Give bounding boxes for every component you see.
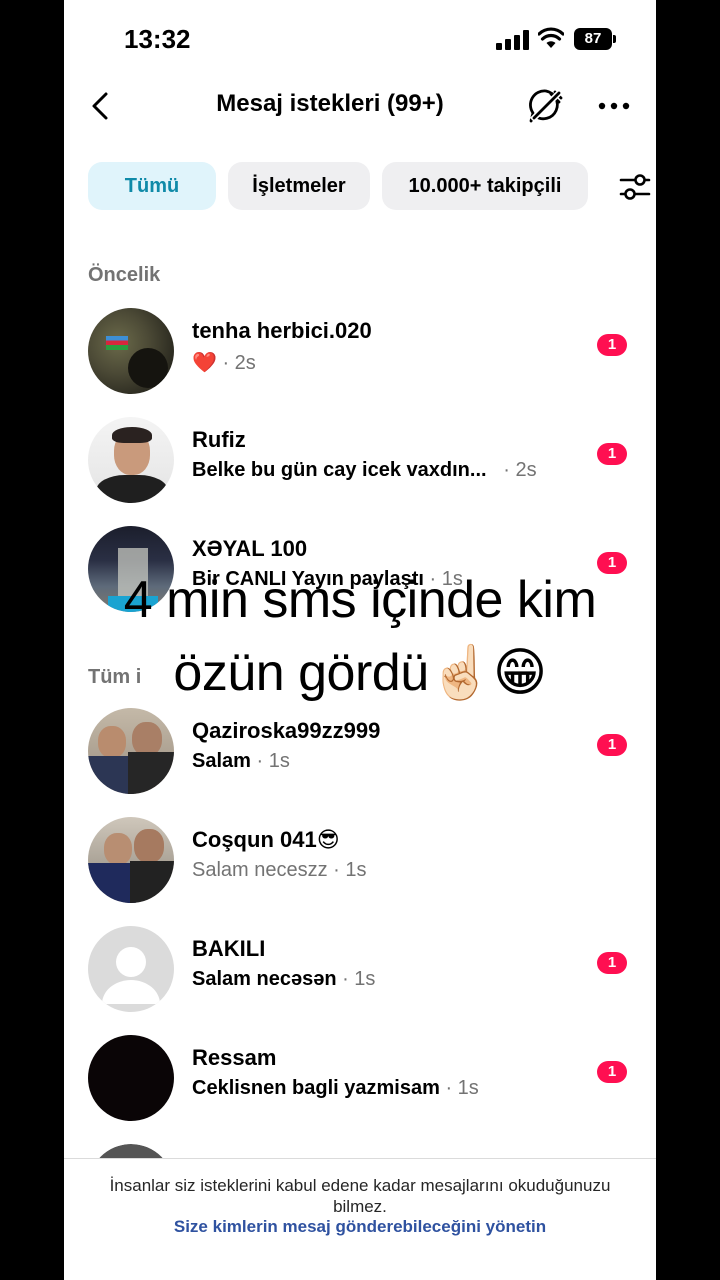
battery-tip — [613, 35, 616, 43]
request-time: · 1s — [336, 968, 376, 990]
footer-notice: İnsanlar siz isteklerini kabul edene kad… — [64, 1158, 656, 1280]
unread-badge: 1 — [597, 443, 627, 465]
request-preview: Ceklisnen bagli yazmisam · 1s — [192, 1077, 479, 1100]
page-title: Mesaj istekleri (99+) — [216, 90, 444, 117]
cellular-signal-icon — [496, 30, 532, 50]
battery-icon: 87 — [574, 28, 612, 50]
request-message: ❤️ — [192, 352, 217, 374]
caption-line-2: özün gördü☝🏻😁 — [173, 644, 547, 702]
request-row[interactable]: Qaziroska99zz999 Salam · 1s 1 — [64, 702, 656, 802]
request-name: BAKILI — [192, 936, 266, 961]
chip-all[interactable]: Tümü — [88, 162, 216, 210]
filter-settings-icon[interactable] — [618, 170, 652, 204]
request-preview: Salam · 1s — [192, 750, 290, 773]
filter-chips: Tümü İşletmeler 10.000+ takipçili — [88, 162, 656, 210]
avatar — [88, 926, 174, 1012]
request-name: Ressam — [192, 1045, 277, 1070]
unread-badge: 1 — [597, 334, 627, 356]
avatar — [88, 1035, 174, 1121]
request-message: Salam necəsən — [192, 968, 337, 990]
default-avatar-icon — [102, 947, 160, 1004]
request-preview: Salam neceszz · 1s — [192, 859, 367, 882]
request-name: Rufiz — [192, 427, 246, 452]
request-time: · 2s — [222, 352, 256, 374]
request-row[interactable]: Ressam Ceklisnen bagli yazmisam · 1s 1 — [64, 1029, 656, 1129]
request-time: · 2s — [503, 459, 537, 481]
status-bar: 13:32 87 — [64, 0, 656, 78]
request-row[interactable]: Coşqun 041😎 Salam neceszz · 1s — [64, 811, 656, 911]
footer-text: İnsanlar siz isteklerini kabul edene kad… — [109, 1176, 611, 1216]
request-name: Qaziroska99zz999 — [192, 718, 381, 743]
unread-badge: 1 — [597, 734, 627, 756]
request-preview: Salam necəsən · 1s — [192, 968, 375, 991]
chip-business[interactable]: İşletmeler — [228, 162, 370, 210]
unread-badge: 1 — [597, 1061, 627, 1083]
request-row[interactable]: BAKILI Salam necəsən · 1s 1 — [64, 920, 656, 1020]
more-options-icon[interactable] — [594, 86, 634, 126]
avatar — [88, 708, 174, 794]
request-message: Ceklisnen bagli yazmisam — [192, 1077, 440, 1099]
avatar — [88, 817, 174, 903]
phone-screen: 13:32 87 Mesaj istekleri (99+) Tümü İşle… — [64, 0, 656, 1280]
request-name: tenha herbici.020 — [192, 318, 372, 343]
request-message: Salam — [192, 750, 251, 772]
request-message: Belke bu gün cay icek vaxdın... — [192, 459, 487, 481]
section-priority: Öncelik — [88, 264, 161, 286]
request-preview: Belke bu gün cay icek vaxdın... · 2s — [192, 459, 537, 482]
header: Mesaj istekleri (99+) — [64, 78, 656, 134]
request-time: · 1s — [250, 750, 290, 772]
request-row[interactable]: Rufiz Belke bu gün cay icek vaxdın... · … — [64, 411, 656, 511]
request-preview: ❤️ · 2s — [192, 350, 256, 375]
chip-followers[interactable]: 10.000+ takipçili — [382, 162, 588, 210]
message-off-icon[interactable] — [526, 86, 566, 126]
status-time: 13:32 — [124, 24, 191, 54]
request-name: XƏYAL 100 — [192, 536, 308, 561]
wifi-icon — [538, 27, 564, 48]
request-name: Coşqun 041😎 — [192, 827, 340, 852]
request-time: · 1s — [327, 859, 367, 881]
request-time: · 1s — [439, 1077, 479, 1099]
manage-messaging-link[interactable]: Size kimlerin mesaj gönderebileceğini yö… — [64, 1217, 656, 1237]
request-message: Salam neceszz — [192, 859, 328, 881]
unread-badge: 1 — [597, 952, 627, 974]
request-row[interactable]: tenha herbici.020 ❤️ · 2s 1 — [64, 302, 656, 402]
avatar — [88, 417, 174, 503]
avatar — [88, 308, 174, 394]
caption-line-1: 4 min sms içinde kim — [123, 571, 597, 629]
